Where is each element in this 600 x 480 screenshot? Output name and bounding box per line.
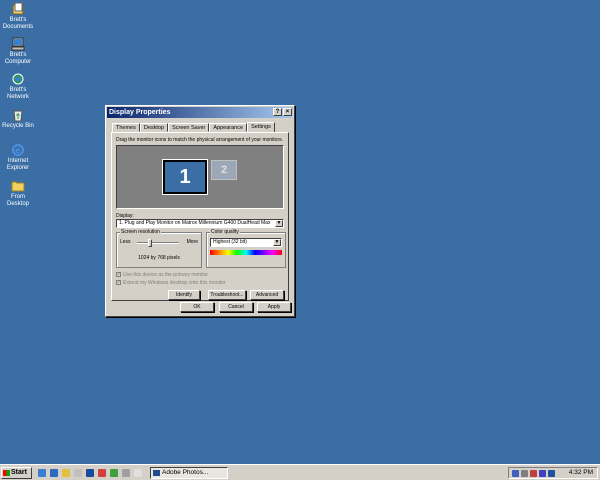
tab-desktop[interactable]: Desktop (139, 123, 169, 132)
desktop-icon-from-desktop[interactable]: From Desktop (0, 179, 36, 208)
clock[interactable]: 4:32 PM (569, 468, 593, 478)
show-desktop-icon[interactable] (38, 469, 46, 477)
desktop-icon-recycle-bin[interactable]: Recycle Bin (0, 108, 36, 130)
svg-text:e: e (15, 146, 21, 155)
dialog-title: Display Properties (109, 109, 171, 116)
network-tray-icon[interactable] (512, 470, 519, 477)
tab-appearance[interactable]: Appearance (209, 123, 248, 132)
checkbox-label: Extend my Windows desktop onto this moni… (123, 280, 226, 286)
security-tray-icon[interactable] (548, 470, 555, 477)
screen-resolution-title: Screen resolution (120, 229, 161, 235)
my-computer-icon (11, 37, 25, 51)
network-icon (12, 73, 24, 85)
ok-button[interactable]: OK (180, 302, 214, 312)
folder-icon (11, 181, 25, 192)
color-quality-title: Color quality (210, 229, 240, 235)
close-button[interactable]: × (283, 108, 292, 116)
color-quality-dropdown[interactable]: Highest (32 bit) ▼ (210, 238, 282, 247)
screen-resolution-group: Screen resolution Less More 1024 by 768 … (116, 229, 202, 268)
volume-tray-icon[interactable] (539, 470, 546, 477)
color-spectrum-bar (210, 250, 282, 255)
program-icon[interactable] (122, 469, 130, 477)
internet-explorer-icon[interactable] (50, 469, 58, 477)
monitor-arrangement-area: 1 2 (116, 145, 284, 209)
task-button-photoshop[interactable]: Adobe Photos... (150, 467, 228, 479)
color-quality-group: Color quality Highest (32 bit) ▼ (206, 229, 286, 268)
help-button[interactable]: ? (273, 108, 282, 116)
dialog-titlebar[interactable]: Display Properties ? × (107, 107, 293, 118)
start-label: Start (11, 469, 27, 476)
word-icon[interactable] (86, 469, 94, 477)
resolution-slider-thumb[interactable] (148, 239, 152, 247)
desktop-icon-computer[interactable]: Brett's Computer (0, 37, 36, 66)
checkmark-icon[interactable] (110, 469, 118, 477)
desktop-icon-label: Internet Explorer (6, 158, 30, 171)
photoshop-icon (153, 470, 160, 476)
system-tray: 4:32 PM (508, 467, 598, 479)
music-icon[interactable] (134, 469, 142, 477)
my-documents-icon (12, 2, 24, 15)
display-dropdown[interactable]: 1. Plug and Play Monitor on Matrox Mille… (116, 219, 284, 228)
checkbox-box[interactable]: ✓ (116, 272, 121, 278)
primary-monitor-checkbox[interactable]: ✓ Use this device as the primary monitor (116, 272, 208, 278)
desktop-icon-label: Brett's Network (6, 87, 29, 100)
desktop-icon-internet-explorer[interactable]: e Internet Explorer (0, 143, 36, 172)
desktop-icon-label: Recycle Bin (2, 123, 34, 129)
identify-button[interactable]: Identify (168, 290, 200, 300)
tab-strip: Themes Desktop Screen Saver Appearance S… (112, 122, 275, 132)
internet-explorer-icon: e (12, 144, 24, 156)
windows-logo-icon (3, 470, 10, 476)
outlook-icon[interactable] (62, 469, 70, 477)
resolution-value: 1024 by 768 pixels (138, 255, 180, 261)
media-player-icon[interactable] (74, 469, 82, 477)
advanced-button[interactable]: Advanced (250, 290, 284, 300)
checkbox-box[interactable]: ✓ (116, 280, 121, 286)
chevron-down-icon[interactable]: ▼ (273, 239, 281, 246)
monitor-2[interactable]: 2 (211, 160, 237, 180)
apply-button[interactable]: Apply (257, 302, 291, 312)
checkbox-label: Use this device as the primary monitor (123, 272, 209, 278)
desktop-icon-label: Brett's Computer (4, 52, 32, 65)
instruction-text: Drag the monitor icons to match the phys… (116, 137, 284, 143)
desktop-icon-label: Brett's Documents (2, 17, 34, 30)
resolution-slider-track[interactable] (137, 242, 179, 244)
tab-screen-saver[interactable]: Screen Saver (168, 123, 210, 132)
task-label: Adobe Photos... (162, 469, 209, 476)
settings-panel: Drag the monitor icons to match the phys… (111, 132, 289, 301)
troubleshoot-button[interactable]: Troubleshoot... (208, 290, 246, 300)
monitor-1[interactable]: 1 (162, 159, 208, 195)
display-value: 1. Plug and Play Monitor on Matrox Mille… (119, 220, 271, 226)
desktop-icon-network[interactable]: Brett's Network (0, 72, 36, 101)
desktop-icon-label: From Desktop (6, 194, 29, 207)
less-label: Less (120, 239, 131, 245)
tab-settings[interactable]: Settings (247, 122, 275, 132)
adobe-icon[interactable] (98, 469, 106, 477)
start-button[interactable]: Start (1, 467, 32, 479)
display-tray-icon[interactable] (521, 470, 528, 477)
more-label: More (186, 239, 198, 245)
antivirus-tray-icon[interactable] (530, 470, 537, 477)
tab-themes[interactable]: Themes (112, 123, 140, 132)
desktop-icon-documents[interactable]: Brett's Documents (0, 2, 36, 31)
color-quality-value: Highest (32 bit) (213, 239, 247, 245)
chevron-down-icon[interactable]: ▼ (275, 220, 283, 227)
taskbar: Start Adobe Photos... 4:32 PM (0, 464, 600, 480)
cancel-button[interactable]: Cancel (219, 302, 253, 312)
recycle-bin-icon (13, 110, 23, 122)
extend-desktop-checkbox[interactable]: ✓ Extend my Windows desktop onto this mon… (116, 280, 226, 286)
display-properties-dialog: Display Properties ? × Themes Desktop Sc… (105, 105, 295, 317)
